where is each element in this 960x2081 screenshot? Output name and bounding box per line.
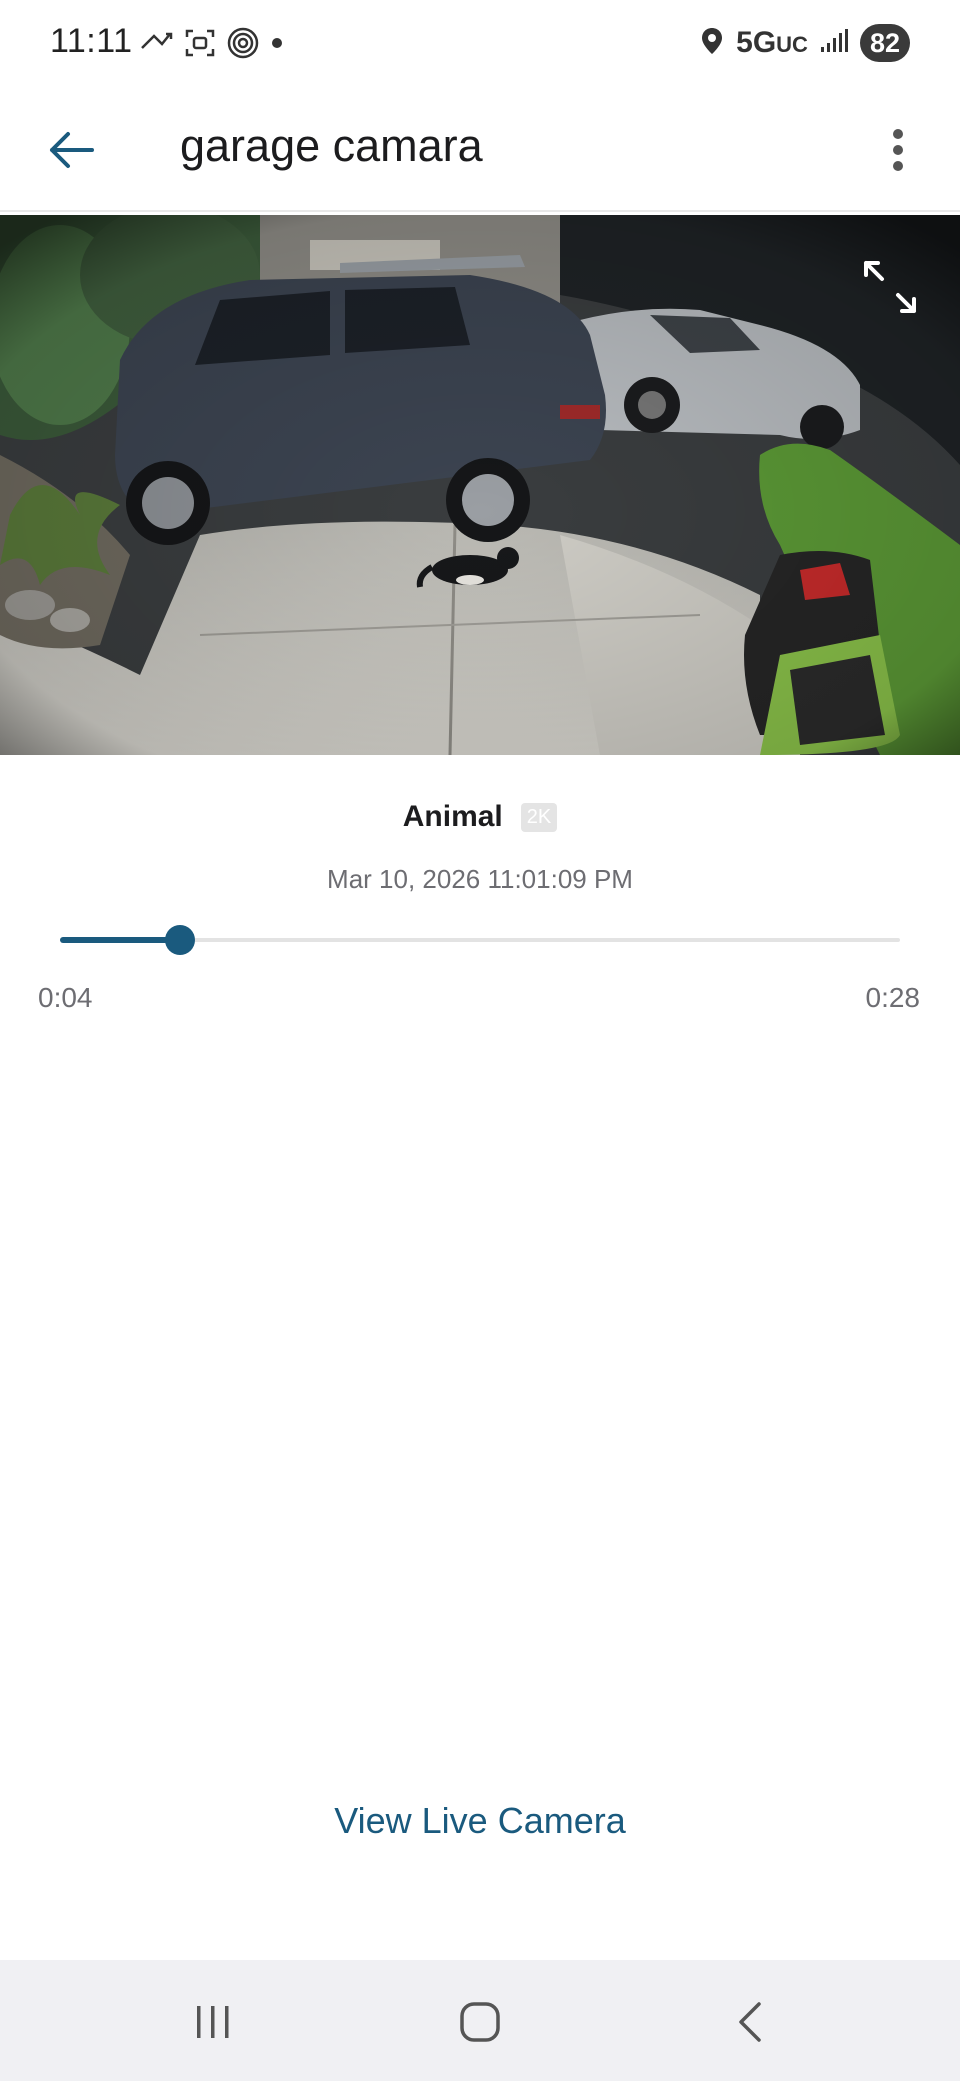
expand-icon — [864, 261, 916, 313]
back-button[interactable] — [40, 118, 104, 182]
more-vert-icon — [893, 129, 903, 171]
more-options-button[interactable] — [876, 118, 920, 182]
header-divider — [0, 210, 960, 212]
home-button[interactable] — [440, 1990, 520, 2054]
scrubber-thumb[interactable] — [165, 925, 196, 955]
playback-scrubber[interactable] — [60, 925, 900, 955]
back-icon — [739, 2002, 761, 2042]
app-bar: garage camara — [0, 90, 960, 212]
status-time: 11:11 — [50, 22, 133, 60]
quality-badge: 2K — [520, 802, 558, 832]
video-player[interactable] — [0, 215, 960, 755]
nav-back-button[interactable] — [710, 1990, 790, 2054]
total-duration: 0:28 — [865, 982, 921, 1013]
missed-call-icon — [140, 28, 174, 63]
back-arrow-icon — [50, 132, 94, 168]
view-live-camera-button[interactable]: View Live Camera — [0, 1800, 960, 1842]
recents-button[interactable] — [173, 1990, 253, 2054]
screenshot-icon — [184, 27, 216, 64]
page-title: garage camara — [180, 120, 483, 171]
status-icons-left — [140, 26, 284, 65]
camera-snapshot — [0, 215, 960, 755]
current-time: 0:04 — [38, 982, 93, 1013]
battery-icon: 82 — [859, 24, 910, 62]
status-icons-right: 5GUC 82 — [700, 24, 910, 62]
wireless-icon — [226, 26, 260, 65]
recents-icon — [197, 2006, 229, 2038]
signal-icon — [820, 28, 848, 58]
fullscreen-button[interactable] — [860, 257, 920, 317]
scrubber-progress — [60, 937, 181, 943]
location-icon — [700, 26, 724, 61]
system-nav-bar — [0, 1960, 960, 2081]
dot-icon — [270, 36, 284, 55]
status-bar: 11:11 5GUC 82 — [0, 0, 960, 88]
event-timestamp: Mar 10, 2026 11:01:09 PM — [327, 864, 633, 894]
event-info: Animal 2K — [0, 800, 960, 834]
event-type: Animal — [402, 800, 503, 833]
network-label: 5GUC — [736, 26, 808, 59]
home-icon — [460, 2002, 500, 2042]
